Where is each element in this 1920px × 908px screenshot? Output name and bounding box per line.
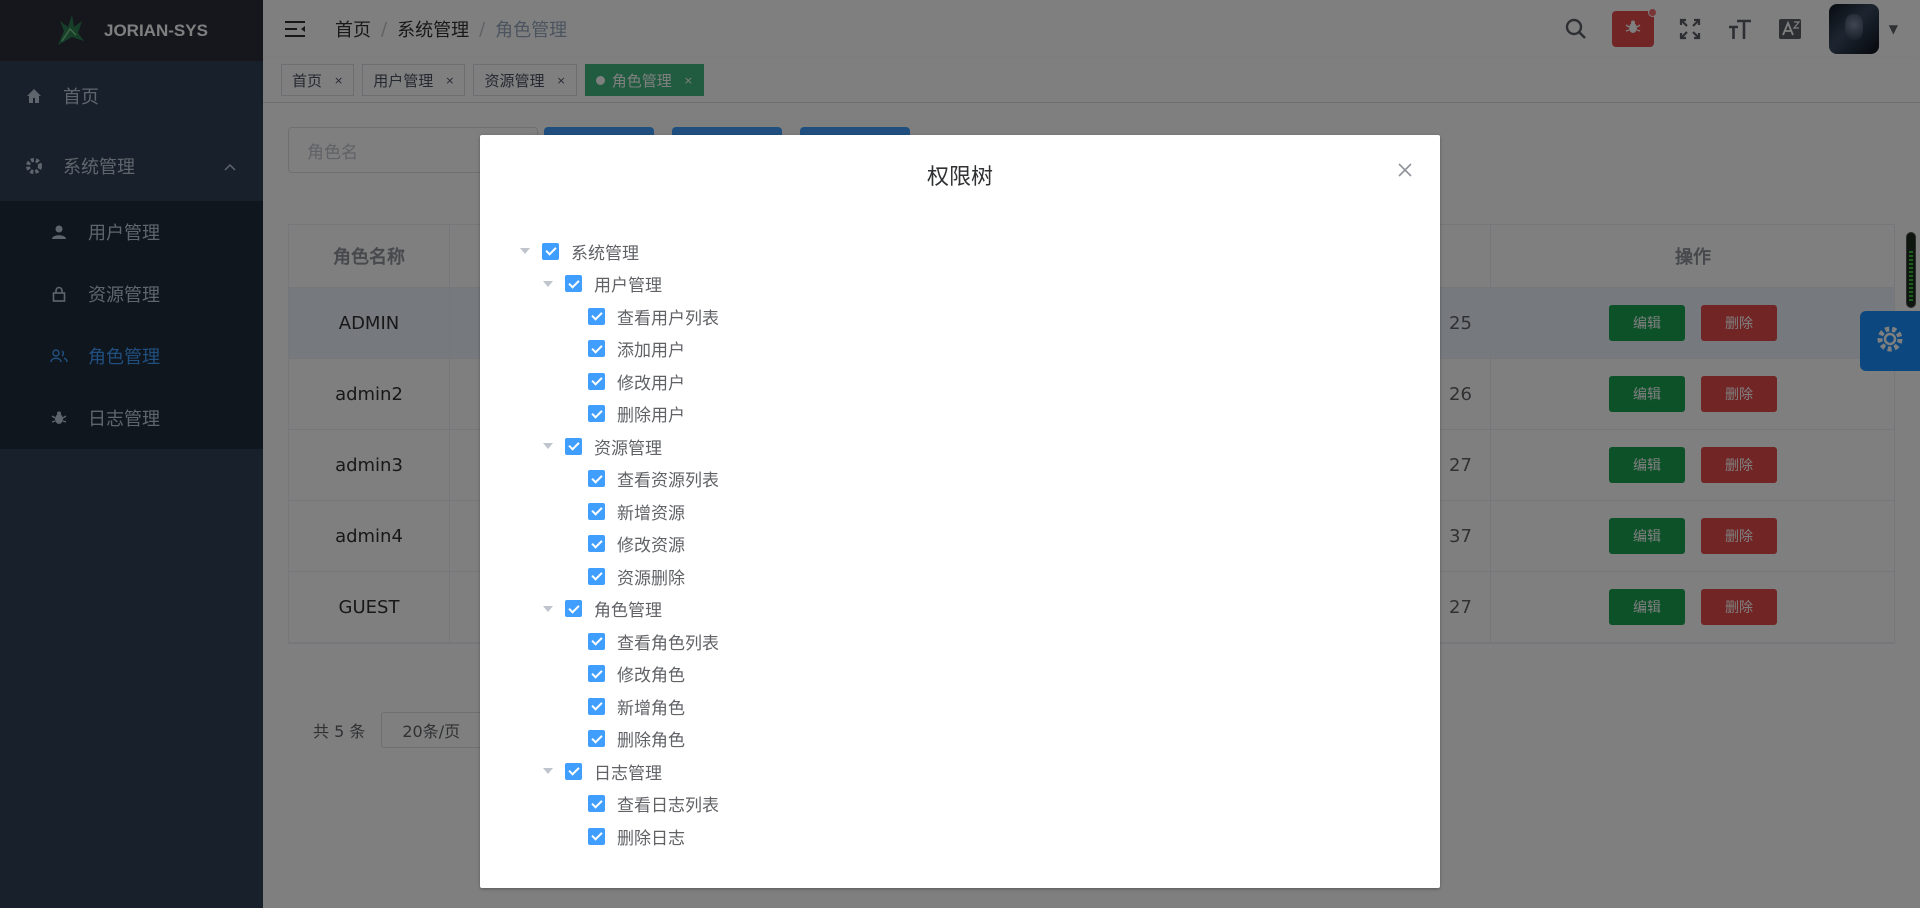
tree-node[interactable]: 修改角色 (520, 658, 719, 691)
checkbox[interactable] (565, 437, 582, 455)
tree-node[interactable]: 新增资源 (520, 495, 719, 528)
tree-node[interactable]: 资源删除 (520, 560, 719, 593)
dialog-title: 权限树 (926, 165, 993, 190)
tree-node[interactable]: 添加用户 (520, 333, 719, 366)
tree-node[interactable]: 资源管理 (520, 430, 719, 463)
tree-node-label: 系统管理 (571, 243, 639, 264)
tree-node-label: 资源删除 (617, 568, 685, 589)
checkbox[interactable] (588, 730, 605, 748)
tree-node-label: 查看用户列表 (617, 308, 719, 329)
checkbox[interactable] (588, 470, 605, 488)
permission-tree: 系统管理 用户管理 查看用户列表 添加用户 修改用户 删除用户 资源管理 查看资… (520, 235, 719, 853)
tree-node-label: 新增资源 (617, 503, 685, 524)
checkbox[interactable] (588, 567, 605, 585)
tree-node-label: 删除角色 (617, 731, 685, 752)
tree-node-label: 查看日志列表 (617, 796, 719, 817)
caret-down-icon[interactable] (543, 443, 553, 450)
checkbox[interactable] (565, 275, 582, 293)
tree-node[interactable]: 角色管理 (520, 593, 719, 626)
tree-node[interactable]: 查看日志列表 (520, 788, 719, 821)
tree-node-label: 用户管理 (594, 276, 662, 297)
tree-node[interactable]: 修改用户 (520, 365, 719, 398)
caret-down-icon[interactable] (543, 280, 553, 287)
checkbox[interactable] (588, 502, 605, 520)
tree-node-label: 新增角色 (617, 698, 685, 719)
caret-down-icon[interactable] (543, 605, 553, 612)
tree-node[interactable]: 查看资源列表 (520, 463, 719, 496)
tree-node-label: 查看资源列表 (617, 471, 719, 492)
checkbox[interactable] (565, 600, 582, 618)
checkbox[interactable] (588, 697, 605, 715)
tree-node[interactable]: 修改资源 (520, 528, 719, 561)
tree-node[interactable]: 查看用户列表 (520, 300, 719, 333)
tree-node-label: 资源管理 (594, 438, 662, 459)
checkbox[interactable] (588, 307, 605, 325)
checkbox[interactable] (542, 242, 559, 260)
checkbox[interactable] (588, 795, 605, 813)
tree-node[interactable]: 用户管理 (520, 268, 719, 301)
tree-node-label: 添加用户 (617, 341, 685, 362)
checkbox[interactable] (588, 372, 605, 390)
tree-node[interactable]: 删除用户 (520, 398, 719, 431)
caret-down-icon[interactable] (520, 248, 530, 255)
tree-node[interactable]: 日志管理 (520, 755, 719, 788)
close-icon[interactable] (1396, 161, 1414, 179)
tree-node-label: 日志管理 (594, 763, 662, 784)
caret-down-icon[interactable] (543, 768, 553, 775)
tree-node[interactable]: 删除日志 (520, 820, 719, 853)
tree-node[interactable]: 系统管理 (520, 235, 719, 268)
tree-node-label: 删除日志 (617, 828, 685, 849)
tree-node-label: 修改角色 (617, 666, 685, 687)
tree-node-label: 修改资源 (617, 536, 685, 557)
tree-node[interactable]: 新增角色 (520, 690, 719, 723)
checkbox[interactable] (588, 535, 605, 553)
tree-node-label: 修改用户 (617, 373, 685, 394)
checkbox[interactable] (588, 340, 605, 358)
checkbox[interactable] (588, 827, 605, 845)
checkbox[interactable] (588, 632, 605, 650)
tree-node[interactable]: 查看角色列表 (520, 625, 719, 658)
checkbox[interactable] (565, 762, 582, 780)
tree-node-label: 查看角色列表 (617, 633, 719, 654)
tree-node-label: 角色管理 (594, 601, 662, 622)
tree-node-label: 删除用户 (617, 406, 685, 427)
checkbox[interactable] (588, 405, 605, 423)
permission-tree-dialog: 权限树 系统管理 用户管理 查看用户列表 添加用户 修改用户 删除用户 资源管理… (480, 135, 1440, 888)
checkbox[interactable] (588, 665, 605, 683)
tree-node[interactable]: 删除角色 (520, 723, 719, 756)
